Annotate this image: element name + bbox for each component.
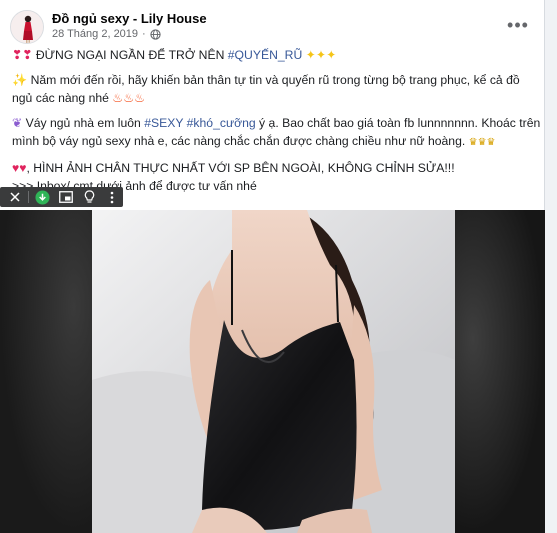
page-avatar[interactable] bbox=[10, 10, 44, 44]
post-paragraph-2: ✨ Năm mới đến rồi, hãy khiến bản thân tự… bbox=[12, 73, 520, 105]
video-letterbox-left bbox=[0, 210, 92, 533]
vertical-dots-icon[interactable] bbox=[102, 187, 123, 207]
close-icon[interactable] bbox=[4, 187, 25, 207]
butterfly-icon: ❦ bbox=[12, 116, 23, 130]
video-overlay-toolbar bbox=[0, 187, 123, 207]
post-text: ❣❣ ĐỪNG NGẠI NGẦN ĐỂ TRỞ NÊN #QUYẾN_RŨ ✦… bbox=[12, 46, 540, 202]
lightbulb-icon[interactable] bbox=[79, 187, 100, 207]
page-scrollbar[interactable] bbox=[546, 0, 557, 533]
video-letterbox-right bbox=[455, 210, 545, 533]
hashtag-quyen-ru[interactable]: #QUYẾN_RŨ bbox=[228, 48, 303, 62]
fire-icon: ♨♨♨ bbox=[112, 91, 146, 105]
pin-icon: ❣❣ bbox=[12, 48, 33, 62]
post-more-button[interactable]: ••• bbox=[504, 12, 532, 38]
heart-icon: ♥♥ bbox=[12, 161, 27, 175]
globe-icon bbox=[150, 28, 161, 40]
post-paragraph-3: ❦ Váy ngủ nhà em luôn #SEXY #khó_cưỡng ý… bbox=[12, 116, 541, 148]
post-paragraph-1: ❣❣ ĐỪNG NGẠI NGẦN ĐỂ TRỞ NÊN #QUYẾN_RŨ ✦… bbox=[12, 48, 337, 62]
video-frame-image bbox=[92, 210, 455, 533]
sparkle-icon: ✦✦✦ bbox=[305, 48, 337, 62]
hashtag-kho-cuong[interactable]: #khó_cưỡng bbox=[187, 116, 256, 130]
page-name[interactable]: Đồ ngủ sexy - Lily House bbox=[52, 11, 207, 26]
post-meta: 28 Tháng 2, 2019 · bbox=[52, 28, 161, 40]
crown-icon: ♛♛♛ bbox=[468, 137, 496, 148]
post-date[interactable]: 28 Tháng 2, 2019 bbox=[52, 28, 138, 40]
hashtag-sexy[interactable]: #SEXY bbox=[144, 116, 183, 130]
picture-in-picture-icon[interactable] bbox=[55, 187, 76, 207]
video-frame bbox=[92, 210, 455, 533]
post-video[interactable] bbox=[0, 210, 545, 533]
download-icon[interactable] bbox=[32, 187, 53, 207]
post-card: Đồ ngủ sexy - Lily House 28 Tháng 2, 201… bbox=[0, 0, 545, 533]
sparkle-icon: ✨ bbox=[12, 73, 28, 87]
avatar-image bbox=[11, 11, 43, 43]
